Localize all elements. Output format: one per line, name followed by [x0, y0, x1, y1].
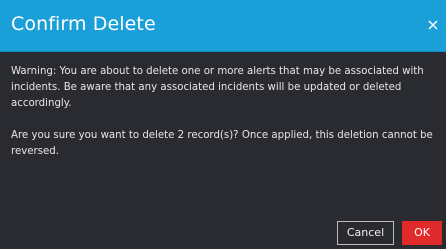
dialog-header: Confirm Delete [0, 0, 446, 52]
dialog-footer: Cancel OK [0, 217, 446, 249]
warning-message: Warning: You are about to delete one or … [11, 66, 424, 109]
confirm-delete-dialog: Confirm Delete Warning: You are about to… [0, 0, 446, 249]
confirm-message: Are you sure you want to delete 2 record… [11, 130, 433, 157]
dialog-body: Warning: You are about to delete one or … [11, 64, 439, 176]
close-icon[interactable] [426, 18, 440, 32]
ok-button[interactable]: OK [402, 221, 442, 245]
dialog-title: Confirm Delete [11, 13, 156, 35]
cancel-button[interactable]: Cancel [337, 221, 394, 245]
